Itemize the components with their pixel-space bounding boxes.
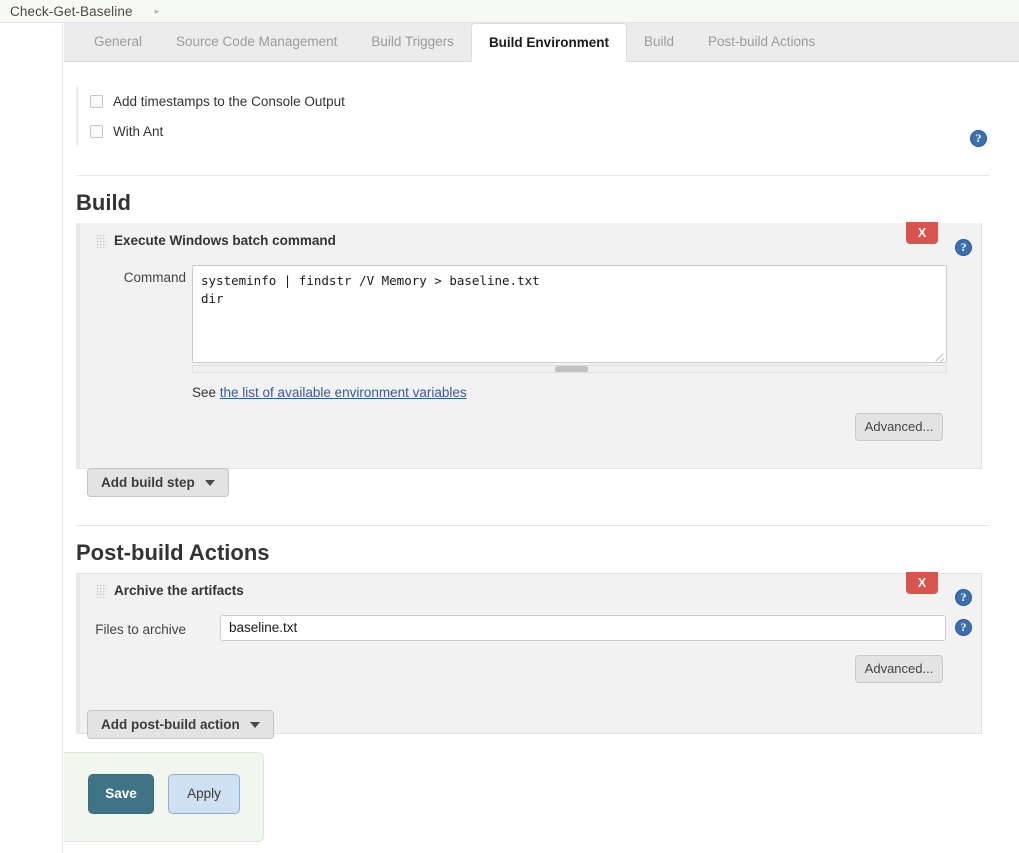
tab-build-triggers[interactable]: Build Triggers xyxy=(354,23,471,61)
command-field-label: Command xyxy=(123,270,186,285)
advanced-button-build-step[interactable]: Advanced... xyxy=(855,413,943,441)
advanced-button-post-build[interactable]: Advanced... xyxy=(855,655,943,683)
files-to-archive-label: Files to archive xyxy=(95,622,186,637)
breadcrumb-item-job[interactable]: Check-Get-Baseline xyxy=(10,4,133,19)
delete-post-build-action-button[interactable]: X xyxy=(906,572,938,594)
section-heading-build: Build xyxy=(76,175,989,216)
add-build-step-button[interactable]: Add build step xyxy=(87,468,229,497)
add-build-step-label: Add build step xyxy=(101,475,195,490)
jenkins-job-config-page: Check-Get-Baseline ▸ General Source Code… xyxy=(0,0,1019,853)
textarea-resize-grip[interactable] xyxy=(933,350,945,362)
help-icon-build-step[interactable]: ? xyxy=(955,239,972,256)
drag-handle-icon-post-build[interactable] xyxy=(96,584,106,598)
env-vars-link[interactable]: the list of available environment variab… xyxy=(220,385,467,400)
help-icon-files-to-archive[interactable]: ? xyxy=(955,619,972,636)
tab-post-build-actions[interactable]: Post-build Actions xyxy=(691,23,832,61)
tab-source-code-management[interactable]: Source Code Management xyxy=(159,23,354,61)
build-step-title: Execute Windows batch command xyxy=(114,233,336,248)
tab-general[interactable]: General xyxy=(77,23,159,61)
command-hscrollbar-thumb[interactable] xyxy=(555,366,588,372)
save-button[interactable]: Save xyxy=(88,774,154,814)
command-textarea[interactable]: systeminfo | findstr /V Memory > baselin… xyxy=(192,265,947,363)
section-heading-post-build: Post-build Actions xyxy=(76,525,989,566)
tab-build-environment[interactable]: Build Environment xyxy=(470,23,627,62)
config-form: Add timestamps to the Console Output Wit… xyxy=(64,62,1019,853)
files-to-archive-input[interactable]: baseline.txt xyxy=(220,615,946,641)
option-row-timestamps[interactable]: Add timestamps to the Console Output xyxy=(90,86,996,116)
config-area: General Source Code Management Build Tri… xyxy=(64,23,1019,853)
chevron-right-icon[interactable]: ▸ xyxy=(155,6,160,16)
build-environment-options: Add timestamps to the Console Output Wit… xyxy=(76,86,996,146)
add-post-build-action-button[interactable]: Add post-build action xyxy=(87,710,274,739)
env-vars-prefix: See xyxy=(192,385,220,400)
drag-handle-icon-build-step[interactable] xyxy=(96,234,106,248)
add-post-build-action-label: Add post-build action xyxy=(101,717,240,732)
post-build-action-title: Archive the artifacts xyxy=(114,583,244,598)
form-footer-bar: Save Apply xyxy=(64,752,264,842)
config-tab-bar: General Source Code Management Build Tri… xyxy=(64,23,1019,62)
delete-build-step-button[interactable]: X xyxy=(906,222,938,244)
checkbox-add-timestamps[interactable] xyxy=(90,94,103,108)
left-gutter xyxy=(0,23,63,853)
chevron-down-icon-add-post-build xyxy=(249,721,260,728)
checkbox-label-with-ant: With Ant xyxy=(113,123,164,139)
checkbox-label-add-timestamps: Add timestamps to the Console Output xyxy=(113,93,345,109)
apply-button[interactable]: Apply xyxy=(168,774,240,814)
help-icon-build-environment[interactable]: ? xyxy=(970,130,987,147)
option-row-with-ant[interactable]: With Ant xyxy=(90,116,996,146)
breadcrumb: Check-Get-Baseline ▸ xyxy=(0,0,1019,23)
env-vars-help-line: See the list of available environment va… xyxy=(192,385,467,400)
help-icon-post-build-action[interactable]: ? xyxy=(955,589,972,606)
tab-build[interactable]: Build xyxy=(627,23,691,61)
chevron-down-icon-add-build-step xyxy=(204,479,215,486)
checkbox-with-ant[interactable] xyxy=(90,124,103,138)
